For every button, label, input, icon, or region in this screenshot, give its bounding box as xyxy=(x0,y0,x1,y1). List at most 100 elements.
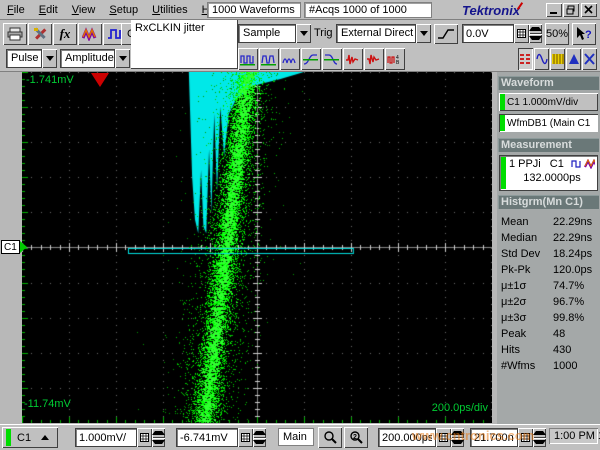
zoom-button-2[interactable]: 2 xyxy=(344,427,368,448)
menu-utilities[interactable]: Utilities xyxy=(145,2,194,18)
burst-measure-button[interactable] xyxy=(280,48,300,70)
stat-row: Hits430 xyxy=(501,342,596,358)
chevron-down-icon[interactable] xyxy=(42,49,57,68)
print-button[interactable] xyxy=(3,23,27,45)
measurement-index: 1 xyxy=(509,158,515,170)
histogram-display-button[interactable] xyxy=(518,48,533,70)
svg-text:2: 2 xyxy=(353,434,357,441)
close-icon xyxy=(584,5,594,15)
horizontal-position-input[interactable] xyxy=(470,428,518,447)
measurement-readout-button[interactable]: 1PPJi C1 132.0000ps xyxy=(499,155,598,191)
stat-row: μ±2σ96.7% xyxy=(501,294,596,310)
timebase-mode-readout[interactable]: Main xyxy=(278,428,314,446)
waveform-display[interactable] xyxy=(22,72,492,423)
chevron-down-icon[interactable] xyxy=(296,24,311,43)
minimize-button[interactable] xyxy=(546,3,562,17)
horizontal-scale-input[interactable] xyxy=(378,428,436,447)
stat-label: #Wfms xyxy=(501,360,553,372)
tooltip-text: RxCLKIN jitter xyxy=(135,22,205,34)
fall-time-button[interactable] xyxy=(322,48,342,70)
menu-bar: File Edit View Setup Utilities Help 1000… xyxy=(0,0,600,20)
set-50-percent-button[interactable]: 50% xyxy=(545,23,569,45)
vertical-scale-field xyxy=(75,428,165,447)
comb-grid-icon xyxy=(552,52,564,66)
trigger-level-field xyxy=(462,24,542,43)
rise-curve-icon xyxy=(303,53,319,66)
stat-value: 430 xyxy=(553,344,571,356)
horizontal-position-spinner[interactable] xyxy=(533,428,546,447)
keypad-icon[interactable] xyxy=(514,24,529,43)
restore-button[interactable] xyxy=(563,3,579,17)
horizontal-scale-spinner[interactable] xyxy=(451,428,464,447)
channel-color-bar xyxy=(500,94,505,110)
acquisition-mode-dropdown[interactable]: Sample xyxy=(238,24,311,43)
magnifier-icon xyxy=(323,430,338,445)
eye-diagram-button[interactable] xyxy=(582,48,597,70)
channel-color-bar xyxy=(6,429,11,446)
menu-setup[interactable]: Setup xyxy=(102,2,145,18)
stat-value: 22.29ns xyxy=(553,232,592,244)
period-measure-button[interactable] xyxy=(238,48,258,70)
stat-label: μ±2σ xyxy=(501,296,553,308)
stat-value: 74.7% xyxy=(553,280,584,292)
menu-view[interactable]: View xyxy=(65,2,103,18)
vertical-position-input[interactable] xyxy=(176,428,238,447)
tools-button[interactable] xyxy=(28,23,52,45)
keypad-icon[interactable] xyxy=(518,428,533,447)
stat-value: 99.8% xyxy=(553,312,584,324)
waveform-math-button[interactable] xyxy=(78,23,102,45)
frequency-measure-button[interactable] xyxy=(259,48,279,70)
waveform-db1-button[interactable]: WfmDB1 (Main C1 xyxy=(499,114,598,132)
stat-row: μ±1σ74.7% xyxy=(501,278,596,294)
jitter-timing-button[interactable]: 4 B xyxy=(385,48,405,70)
keypad-icon[interactable] xyxy=(436,428,451,447)
measurement-category-value: Pulse xyxy=(6,49,42,68)
chevron-down-icon[interactable] xyxy=(115,49,130,68)
spectrum-display-button[interactable] xyxy=(550,48,565,70)
function-button[interactable]: fx xyxy=(53,23,77,45)
waveform-db1-label: WfmDB1 (Main C1 xyxy=(507,118,590,129)
close-button[interactable] xyxy=(581,3,597,17)
stat-label: Pk-Pk xyxy=(501,264,553,276)
waveform-display-button[interactable] xyxy=(534,48,549,70)
keypad-icon[interactable] xyxy=(238,428,253,447)
glitch-positive-button[interactable] xyxy=(343,48,363,70)
waveform-c1-button[interactable]: C1 1.000mV/div xyxy=(499,93,598,111)
channel-marker-arrow-icon xyxy=(20,241,27,253)
channel-position-marker[interactable]: C1 xyxy=(1,240,27,254)
zoom-button-1[interactable] xyxy=(318,427,342,448)
menu-file[interactable]: File xyxy=(0,2,32,18)
histogram-section-header: Histgrm(Mn C1) xyxy=(498,195,599,209)
double-pulse-icon xyxy=(261,53,277,66)
keypad-icon[interactable] xyxy=(137,428,152,447)
vertical-scale-input[interactable] xyxy=(75,428,137,447)
menu-edit[interactable]: Edit xyxy=(32,2,65,18)
trigger-source-dropdown[interactable]: External Direct xyxy=(336,24,431,43)
horizontal-scale-field xyxy=(378,428,464,447)
channel-select-button[interactable]: C1 xyxy=(2,427,58,448)
svg-text:?: ? xyxy=(585,29,592,41)
rise-time-button[interactable] xyxy=(301,48,321,70)
minimize-icon xyxy=(549,5,559,15)
distribution-display-button[interactable] xyxy=(566,48,581,70)
stat-row: μ±3σ99.8% xyxy=(501,310,596,326)
measurement-category-dropdown[interactable]: Pulse xyxy=(6,49,57,68)
trigger-slope-button[interactable] xyxy=(434,24,458,44)
stat-row: Peak48 xyxy=(501,326,596,342)
rising-edge-icon xyxy=(437,27,455,41)
vertical-scale-spinner[interactable] xyxy=(152,428,165,447)
trigger-level-input[interactable] xyxy=(462,24,514,43)
measurement-class-dropdown[interactable]: Amplitude xyxy=(60,49,130,68)
tools-icon xyxy=(32,27,48,41)
context-help-button[interactable]: ? xyxy=(572,23,596,45)
top-voltage-label: -1.741mV xyxy=(26,74,74,86)
stat-value: 96.7% xyxy=(553,296,584,308)
channel-select-label: C1 xyxy=(17,432,31,444)
glitch-negative-button[interactable] xyxy=(364,48,384,70)
chevron-down-icon[interactable] xyxy=(416,24,431,43)
stat-row: Pk-Pk120.0ps xyxy=(501,262,596,278)
trigger-position-marker[interactable] xyxy=(91,73,109,87)
vertical-position-spinner[interactable] xyxy=(253,428,266,447)
trigger-level-spinner[interactable] xyxy=(529,24,542,43)
stat-row: Mean22.29ns xyxy=(501,214,596,230)
